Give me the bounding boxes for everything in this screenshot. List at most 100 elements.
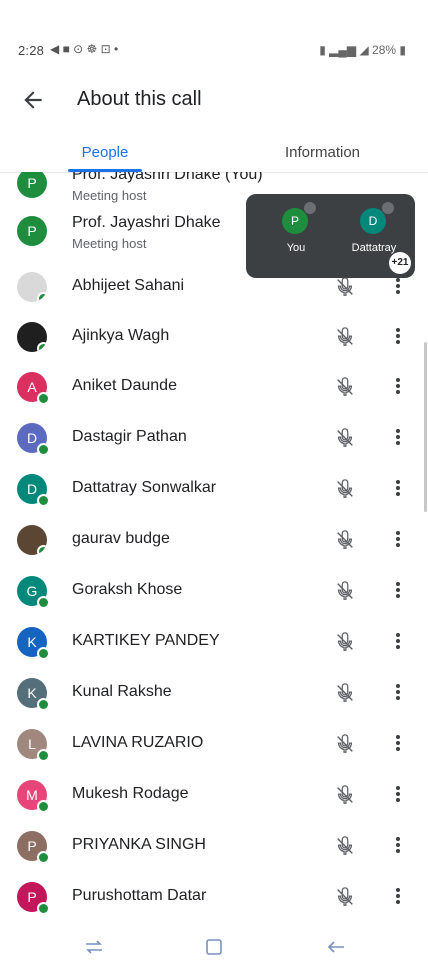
participants-list[interactable]: P Prof. Jayashri Dhake (You) Meeting host P…	[0, 172, 428, 920]
avatar	[17, 322, 47, 352]
avatar: P	[17, 831, 50, 864]
participant-name: Kunal Rakshe	[72, 683, 172, 700]
mic-off-icon[interactable]	[334, 886, 356, 908]
online-status-dot	[37, 851, 50, 864]
participant-role: Meeting host	[72, 236, 147, 251]
more-vert-icon[interactable]	[390, 682, 406, 704]
more-vert-icon[interactable]	[390, 784, 406, 806]
more-vert-icon[interactable]	[390, 631, 406, 653]
tab-people[interactable]: People	[40, 132, 170, 172]
avatar: P	[17, 882, 50, 915]
avatar: P	[17, 172, 47, 198]
mic-off-icon[interactable]	[334, 784, 356, 806]
nav-back-button[interactable]	[324, 935, 354, 959]
pip-avatar: D	[360, 208, 386, 234]
participant-row[interactable]: D Dattatray Sonwalkar	[0, 464, 428, 514]
avatar: M	[17, 780, 50, 813]
more-vert-icon[interactable]	[390, 733, 406, 755]
participant-row[interactable]: G Goraksh Khose	[0, 566, 428, 616]
avatar: K	[17, 627, 50, 660]
participant-row[interactable]: K KARTIKEY PANDEY	[0, 617, 428, 667]
participant-row[interactable]: P PRIYANKA SINGH	[0, 821, 428, 871]
participant-name: Ajinkya Wagh	[72, 327, 170, 344]
tab-bar: People Information	[0, 132, 428, 173]
avatar: D	[17, 474, 50, 507]
mic-off-icon[interactable]	[334, 631, 356, 653]
participant-name: KARTIKEY PANDEY	[72, 632, 220, 649]
mic-off-icon[interactable]	[334, 478, 356, 500]
avatar: G	[17, 576, 50, 609]
mic-off-icon[interactable]	[334, 376, 356, 398]
signal-icon: ▮ ▂▄▆ ◢	[319, 43, 373, 57]
more-vert-icon[interactable]	[390, 886, 406, 908]
more-vert-icon[interactable]	[390, 427, 406, 449]
online-status-dot	[37, 800, 50, 813]
participant-name: LAVINA RUZARIO	[72, 734, 204, 751]
online-status-dot	[37, 596, 50, 609]
mic-off-icon[interactable]	[334, 682, 356, 704]
participant-row[interactable]: Ajinkya Wagh	[0, 312, 428, 362]
status-bar: 2:28 ◀ ■ ⊙ ☸ ⊡ • ▮ ▂▄▆ ◢ 28% ▮	[0, 0, 428, 58]
page-title: About this call	[77, 88, 202, 110]
participant-name: Dattatray Sonwalkar	[72, 479, 217, 496]
notification-icons: ◀ ■ ⊙ ☸ ⊡ •	[50, 42, 119, 56]
online-status-dot	[37, 902, 50, 915]
mic-off-icon[interactable]	[334, 427, 356, 449]
more-participants-badge: +21	[389, 252, 411, 274]
participant-name: Dastagir Pathan	[72, 428, 187, 445]
battery-level: ▮ ▂▄▆ ◢ 28% ▮	[319, 43, 406, 57]
more-vert-icon[interactable]	[390, 580, 406, 602]
tab-information[interactable]: Information	[255, 132, 390, 172]
mic-off-icon[interactable]	[334, 276, 356, 298]
participant-role: Meeting host	[72, 188, 147, 203]
more-vert-icon[interactable]	[390, 276, 406, 298]
mic-off-icon[interactable]	[334, 529, 356, 551]
app-bar: About this call	[0, 75, 428, 125]
participant-name: gaurav budge	[72, 530, 170, 547]
back-button[interactable]	[20, 87, 46, 113]
avatar: K	[17, 678, 50, 711]
participant-row[interactable]: K Kunal Rakshe	[0, 668, 428, 718]
recent-apps-button[interactable]	[82, 935, 112, 959]
participant-row[interactable]: A Aniket Daunde	[0, 362, 428, 412]
home-icon	[206, 939, 222, 955]
online-status-dot	[37, 647, 50, 660]
status-time: 2:28	[18, 43, 45, 58]
more-vert-icon[interactable]	[390, 376, 406, 398]
online-status-dot	[37, 392, 50, 405]
participant-row[interactable]: M Mukesh Rodage	[0, 770, 428, 820]
avatar: P	[17, 216, 47, 246]
more-vert-icon[interactable]	[390, 478, 406, 500]
participant-row[interactable]: D Dastagir Pathan	[0, 413, 428, 463]
system-nav-bar	[0, 935, 428, 963]
pip-mic-off-icon	[382, 202, 394, 214]
avatar: L	[17, 729, 50, 762]
online-status-dot	[37, 292, 47, 302]
scrollbar[interactable]	[424, 342, 427, 512]
pip-avatar: P	[282, 208, 308, 234]
arrow-back-icon	[24, 91, 42, 109]
participant-row[interactable]: P Purushottam Datar	[0, 872, 428, 920]
more-vert-icon[interactable]	[390, 835, 406, 857]
mic-off-icon[interactable]	[334, 733, 356, 755]
participant-row[interactable]: L LAVINA RUZARIO	[0, 719, 428, 769]
participant-name: Prof. Jayashri Dhake	[72, 214, 221, 231]
mic-off-icon[interactable]	[334, 326, 356, 348]
mic-off-icon[interactable]	[334, 835, 356, 857]
online-status-dot	[37, 494, 50, 507]
online-status-dot	[37, 443, 50, 456]
online-status-dot	[37, 698, 50, 711]
participant-name: Purushottam Datar	[72, 887, 207, 904]
participant-name: Abhijeet Sahani	[72, 277, 185, 294]
more-vert-icon[interactable]	[390, 529, 406, 551]
pip-tile-you[interactable]: P You	[266, 202, 326, 268]
online-status-dot	[37, 545, 47, 555]
online-status-dot	[37, 749, 50, 762]
mic-off-icon[interactable]	[334, 580, 356, 602]
recent-apps-icon	[86, 940, 102, 954]
participant-name: Goraksh Khose	[72, 581, 183, 598]
back-icon	[327, 941, 344, 953]
home-button[interactable]	[202, 935, 232, 959]
participant-row[interactable]: gaurav budge	[0, 515, 428, 565]
more-vert-icon[interactable]	[390, 326, 406, 348]
